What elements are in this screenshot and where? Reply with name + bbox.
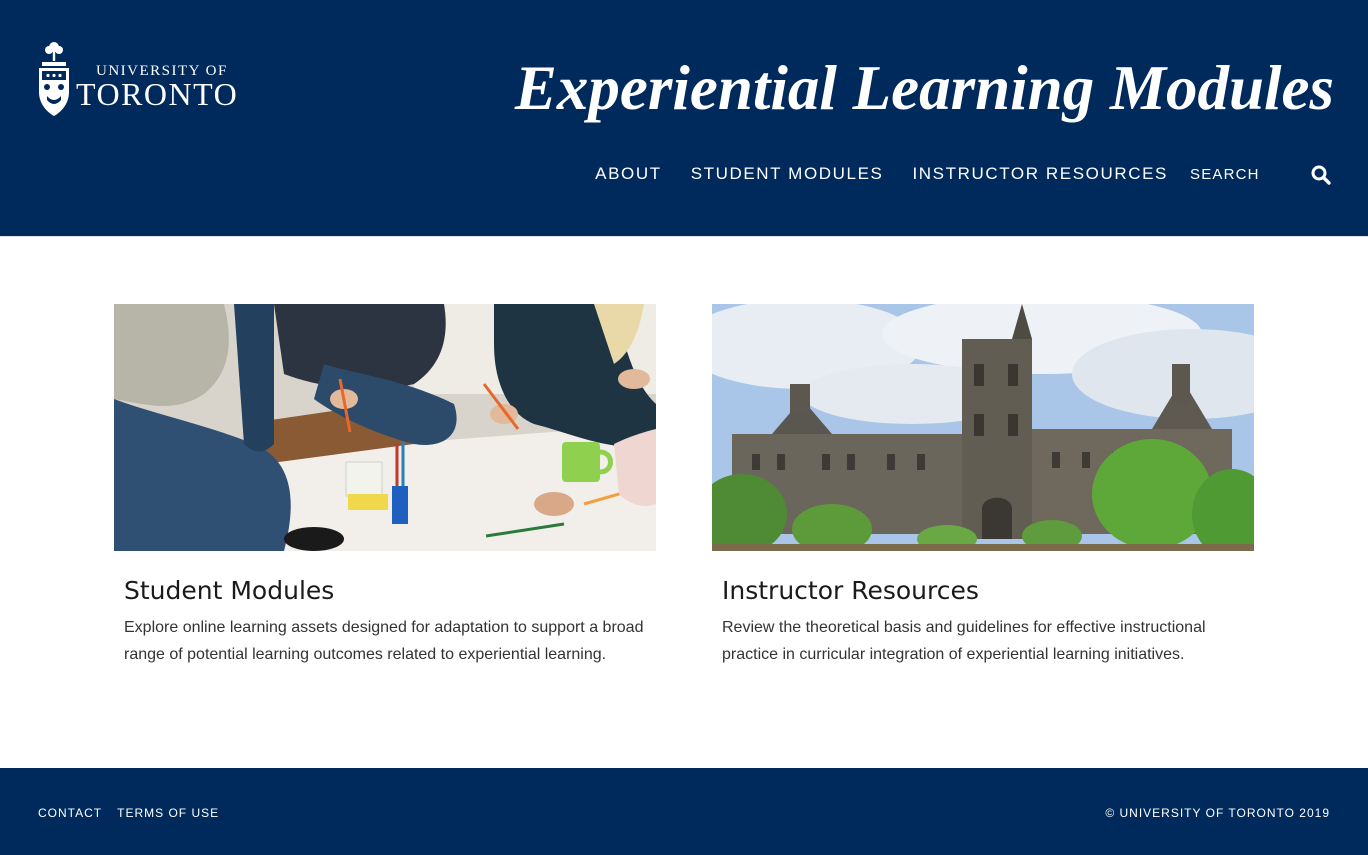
nav-student-modules[interactable]: STUDENT MODULES [691,162,884,186]
site-title[interactable]: Experiential Learning Modules [515,52,1334,124]
copyright: © UNIVERSITY OF TORONTO 2019 [1105,806,1330,820]
student-modules-description: Explore online learning assets designed … [124,619,644,663]
logo-toronto: TORONTO [76,76,239,112]
search-input[interactable]: SEARCH [1190,165,1260,185]
search-button[interactable] [1310,164,1332,186]
crest-icon [39,42,69,116]
nav-about[interactable]: ABOUT [595,162,662,186]
students-collaborating-photo[interactable] [114,304,656,551]
site-header: UNIVERSITY OF TORONTO Experiential Learn… [0,0,1368,237]
instructor-resources-card: Instructor Resources Review the theoreti… [712,304,1254,668]
search-icon [1311,165,1331,185]
footer-links: CONTACT TERMS OF USE [38,806,219,820]
footer-terms-link[interactable]: TERMS OF USE [117,806,219,820]
building-photo-illustration [712,304,1254,551]
site-footer: CONTACT TERMS OF USE © UNIVERSITY OF TOR… [0,768,1368,855]
student-modules-card: Student Modules Explore online learning … [114,304,656,668]
university-college-building-photo[interactable] [712,304,1254,551]
main-nav: ABOUT STUDENT MODULES INSTRUCTOR RESOURC… [595,162,1168,186]
student-modules-title[interactable]: Student Modules [124,575,656,607]
instructor-resources-title[interactable]: Instructor Resources [722,575,1254,607]
footer-contact-link[interactable]: CONTACT [38,806,102,820]
nav-instructor-resources[interactable]: INSTRUCTOR RESOURCES [912,162,1168,186]
students-photo-illustration [114,304,656,551]
university-logo[interactable]: UNIVERSITY OF TORONTO [36,40,256,120]
instructor-resources-description: Review the theoretical basis and guideli… [722,619,1206,663]
